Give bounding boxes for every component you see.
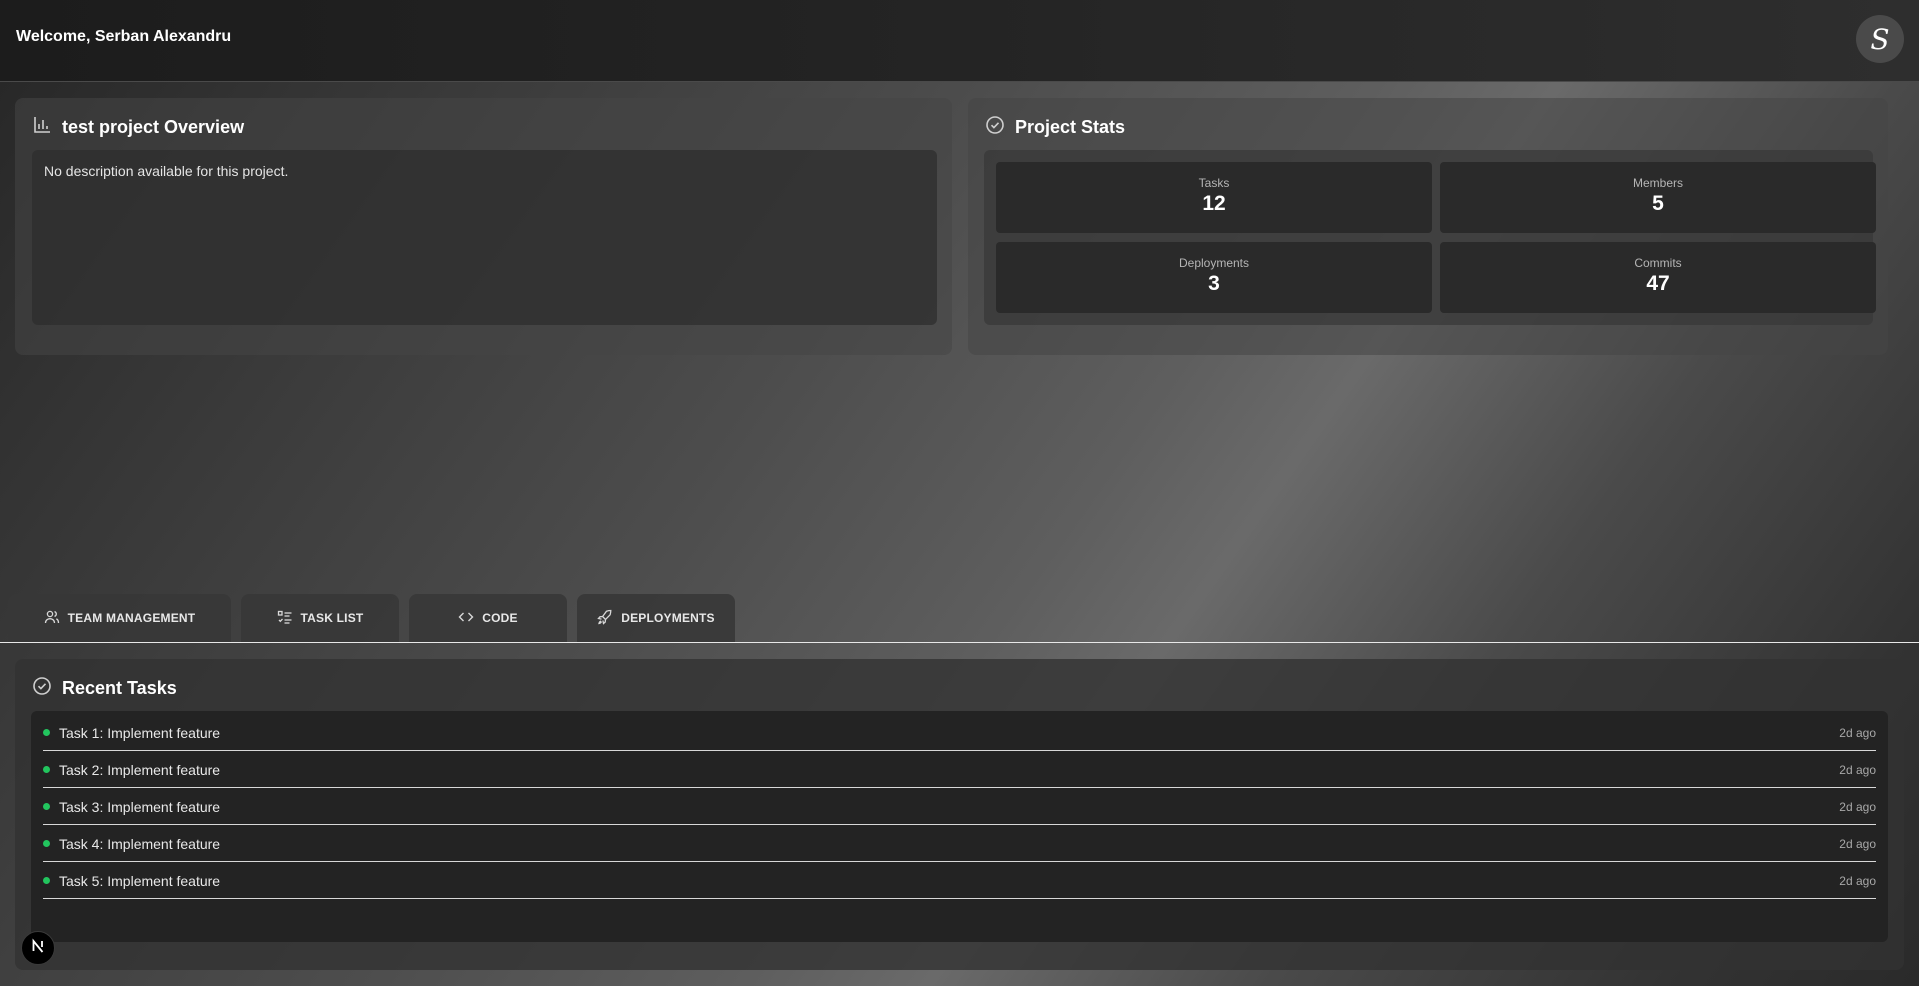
users-icon (44, 609, 60, 628)
tab-label: CODE (482, 611, 518, 625)
welcome-text: Welcome, Serban Alexandru (16, 28, 232, 45)
stat-tasks: Tasks 12 (996, 162, 1432, 233)
list-item[interactable]: Task 5: Implement feature 2d ago (43, 862, 1876, 899)
nextjs-dev-badge[interactable] (21, 931, 55, 965)
task-time: 2d ago (1839, 874, 1876, 888)
tab-team-management[interactable]: TEAM MANAGEMENT (8, 594, 231, 642)
bar-chart-icon (32, 115, 52, 140)
overview-header: test project Overview (32, 115, 244, 140)
user-avatar[interactable]: S (1856, 15, 1904, 63)
recent-tasks-title: Recent Tasks (62, 678, 177, 698)
list-item[interactable]: Task 4: Implement feature 2d ago (43, 825, 1876, 862)
overview-description-panel: No description available for this projec… (32, 150, 937, 325)
stat-value: 12 (1202, 192, 1226, 215)
status-dot (43, 729, 50, 736)
stats-header: Project Stats (985, 115, 1125, 140)
status-dot (43, 766, 50, 773)
tab-label: TASK LIST (300, 611, 364, 625)
list-checks-icon (277, 609, 293, 628)
overview-description: No description available for this projec… (44, 163, 289, 179)
tab-label: DEPLOYMENTS (621, 611, 715, 625)
tab-deployments[interactable]: DEPLOYMENTS (577, 594, 735, 642)
section-tabs: TEAM MANAGEMENT TASK LIST CODE DEPLOYMEN… (0, 594, 1919, 643)
tab-task-list[interactable]: TASK LIST (241, 594, 399, 642)
rocket-icon (597, 609, 613, 628)
stat-deployments: Deployments 3 (996, 242, 1432, 313)
stat-value: 47 (1646, 272, 1670, 295)
code-icon (458, 609, 474, 628)
overview-title: test project Overview (62, 117, 245, 137)
task-name: Task 3: Implement feature (59, 799, 221, 815)
project-stats-card: Project Stats Tasks 12 Members 5 Deploym… (968, 98, 1888, 355)
recent-tasks-list: Task 1: Implement feature 2d ago Task 2:… (31, 711, 1888, 942)
top-bar: Welcome, Serban Alexandru S (0, 0, 1919, 82)
task-name: Task 5: Implement feature (59, 873, 221, 889)
task-time: 2d ago (1839, 726, 1876, 740)
stats-title: Project Stats (1015, 117, 1126, 137)
list-item[interactable]: Task 2: Implement feature 2d ago (43, 751, 1876, 788)
recent-tasks-card: Recent Tasks Task 1: Implement feature 2… (15, 659, 1904, 970)
stat-value: 5 (1652, 192, 1664, 215)
project-overview-card: test project Overview No description ava… (15, 98, 952, 355)
status-dot (43, 840, 50, 847)
status-dot (43, 877, 50, 884)
stats-grid: Tasks 12 Members 5 Deployments 3 Commits… (984, 150, 1876, 325)
check-circle-icon (985, 115, 1005, 140)
task-time: 2d ago (1839, 837, 1876, 851)
stat-label: Tasks (1198, 176, 1230, 190)
task-name: Task 2: Implement feature (59, 762, 221, 778)
task-name: Task 4: Implement feature (59, 836, 221, 852)
tab-code[interactable]: CODE (409, 594, 567, 642)
task-time: 2d ago (1839, 763, 1876, 777)
stat-commits: Commits 47 (1440, 242, 1876, 313)
tab-label: TEAM MANAGEMENT (67, 611, 196, 625)
task-name: Task 1: Implement feature (59, 725, 221, 741)
stat-value: 3 (1208, 272, 1220, 295)
status-dot (43, 803, 50, 810)
task-time: 2d ago (1839, 800, 1876, 814)
stat-label: Deployments (1178, 256, 1250, 270)
check-circle-icon (32, 676, 52, 701)
stat-label: Commits (1634, 256, 1682, 270)
stat-label: Members (1632, 176, 1683, 190)
stat-members: Members 5 (1440, 162, 1876, 233)
list-item[interactable]: Task 3: Implement feature 2d ago (43, 788, 1876, 825)
nextjs-icon (30, 937, 46, 959)
list-item[interactable]: Task 1: Implement feature 2d ago (43, 714, 1876, 751)
recent-tasks-header: Recent Tasks (32, 676, 177, 701)
